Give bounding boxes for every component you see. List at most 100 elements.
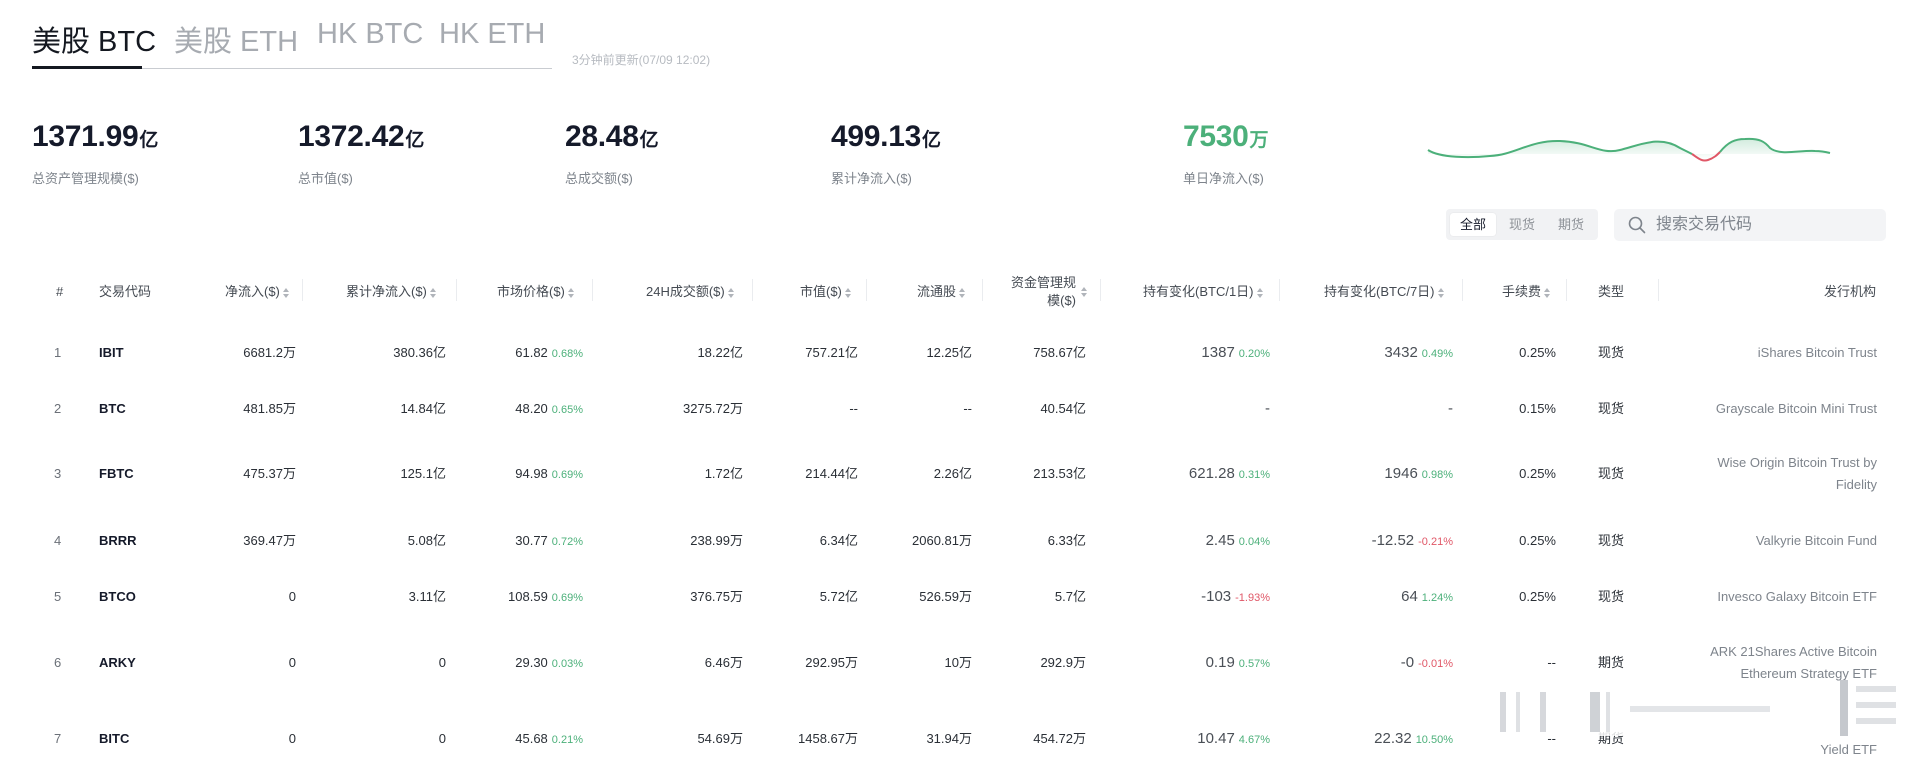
hold-change-value: 64 (1401, 588, 1418, 605)
sort-icon[interactable] (1081, 287, 1087, 297)
cell-fee: 0.15% (1519, 401, 1556, 416)
hold-change-pct: 4.67% (1238, 734, 1270, 746)
hold-change-pct: -0.21% (1418, 536, 1453, 548)
header-volume[interactable]: 24H成交额($) (646, 283, 734, 301)
header-net-inflow[interactable]: 净流入($) (225, 283, 289, 301)
cell-net-inflow: 0 (288, 655, 296, 670)
cell-issuer: Grayscale Bitcoin Mini Trust (1715, 401, 1877, 416)
header-code: 交易代码 (99, 284, 152, 299)
search-input[interactable] (1656, 209, 1876, 241)
cell-aum: 758.67亿 (1033, 345, 1086, 360)
filter-futures[interactable]: 期货 (1548, 213, 1594, 236)
stat-label: 总成交额($) (565, 171, 633, 186)
active-tab-indicator (32, 66, 142, 69)
tab-hk-btc[interactable]: HK BTC (317, 18, 423, 51)
price-value: 48.20 (515, 401, 548, 416)
cell-mcap: 214.44亿 (805, 466, 858, 481)
hold-change-pct: 0.49% (1421, 348, 1453, 360)
cell-aum: 5.7亿 (1054, 589, 1086, 604)
header-hold-7d-label: 持有变化(BTC/7日) (1324, 284, 1435, 299)
cell-type: 期货 (1598, 655, 1625, 670)
header-float[interactable]: 流通股 (917, 283, 966, 301)
column-divider (1279, 279, 1280, 301)
cell-code[interactable]: FBTC (99, 463, 179, 485)
cell-hold-7d: 64 1.24% (1401, 586, 1453, 608)
price-value: 29.30 (515, 655, 548, 670)
hold-change-pct: -1.93% (1235, 592, 1270, 604)
cell-float: 526.59万 (919, 589, 972, 604)
cell-type: 现货 (1598, 401, 1625, 416)
header-hold-7d[interactable]: 持有变化(BTC/7日) (1324, 283, 1444, 301)
hold-change-value: 3432 (1384, 344, 1418, 361)
hold-change-pct: 0.98% (1421, 469, 1453, 481)
header-hold-1d[interactable]: 持有变化(BTC/1日) (1143, 283, 1263, 301)
cell-code[interactable]: IBIT (99, 342, 179, 364)
cell-cum-inflow: 14.84亿 (400, 401, 446, 416)
filter-all[interactable]: 全部 (1450, 213, 1496, 236)
cell-float: 2.26亿 (933, 466, 972, 481)
tab-us-eth[interactable]: 美股 ETH (174, 18, 298, 60)
cell-aum: 454.72万 (1033, 731, 1086, 746)
price-value: 30.77 (515, 533, 548, 548)
sort-icon (1544, 287, 1551, 298)
cell-float: -- (963, 401, 972, 416)
price-change: 0.69% (551, 592, 583, 604)
hold-change-pct: 0.31% (1238, 469, 1270, 481)
header-aum[interactable]: 资金管理规 模($) (1000, 274, 1076, 308)
header-index: # (56, 284, 64, 299)
cell-mcap: 292.95万 (805, 655, 858, 670)
cell-net-inflow: 0 (288, 731, 296, 746)
header-cum-inflow[interactable]: 累计净流入($) (346, 283, 436, 301)
cell-fee: 0.25% (1519, 466, 1556, 481)
cell-code[interactable]: ARKY (99, 652, 179, 674)
cell-hold-7d: 1946 0.98% (1384, 463, 1453, 485)
cell-float: 31.94万 (926, 731, 972, 746)
filter-spot[interactable]: 现货 (1499, 213, 1545, 236)
cell-aum: 292.9万 (1040, 655, 1086, 670)
tab-hk-eth[interactable]: HK ETH (439, 18, 545, 51)
stat-unit: 亿 (921, 130, 941, 151)
stat-cum-inflow: 499.13亿 累计净流入($) (831, 120, 941, 187)
cell-code[interactable]: BTCO (99, 586, 179, 608)
cell-issuer: Invesco Galaxy Bitcoin ETF (1717, 589, 1877, 604)
hold-change-value: 22.32 (1374, 730, 1412, 747)
header-fee[interactable]: 手续费 (1502, 283, 1551, 301)
stat-unit: 万 (1249, 130, 1269, 151)
cell-code[interactable]: BITC (99, 728, 179, 750)
cell-type: 现货 (1598, 533, 1625, 548)
stat-label: 单日净流入($) (1183, 171, 1264, 186)
cell-hold-7d: 3432 0.49% (1384, 342, 1453, 364)
cell-cum-inflow: 0 (438, 655, 446, 670)
cell-volume: 54.69万 (697, 731, 743, 746)
column-divider (1462, 279, 1463, 301)
header-type: 类型 (1598, 284, 1625, 299)
cell-code[interactable]: BRRR (99, 530, 179, 552)
sort-icon (282, 287, 289, 298)
cell-float: 10万 (944, 655, 972, 670)
cell-fee: 0.25% (1519, 533, 1556, 548)
header-fee-label: 手续费 (1502, 284, 1542, 299)
hold-change-pct: 10.50% (1415, 734, 1453, 746)
hold-change-value: 2.45 (1205, 532, 1235, 549)
cell-issuer: Valkyrie Bitcoin Fund (1755, 533, 1877, 548)
cell-type: 现货 (1598, 466, 1625, 481)
hold-change-value: -12.52 (1371, 532, 1415, 549)
cell-issuer: Wise Origin Bitcoin Trust by Fidelity (1717, 455, 1877, 492)
price-value: 61.82 (515, 345, 548, 360)
cell-cum-inflow: 5.08亿 (407, 533, 446, 548)
column-divider (866, 279, 867, 301)
cell-aum: 6.33亿 (1047, 533, 1086, 548)
tab-us-btc[interactable]: 美股 BTC (32, 18, 156, 60)
header-mcap[interactable]: 市值($) (800, 283, 851, 301)
stat-value: 7530 (1183, 120, 1249, 153)
hold-change-value: 10.47 (1197, 730, 1235, 747)
header-price[interactable]: 市场价格($) (497, 283, 574, 301)
cell-net-inflow: 369.47万 (243, 533, 296, 548)
sort-icon (567, 287, 574, 298)
header-price-label: 市场价格($) (497, 284, 565, 299)
cell-net-inflow: 481.85万 (243, 401, 296, 416)
cell-mcap: 5.72亿 (819, 589, 858, 604)
header-cum-inflow-label: 累计净流入($) (346, 284, 427, 299)
cell-hold-1d: - (1265, 398, 1270, 420)
cell-code[interactable]: BTC (99, 398, 179, 420)
